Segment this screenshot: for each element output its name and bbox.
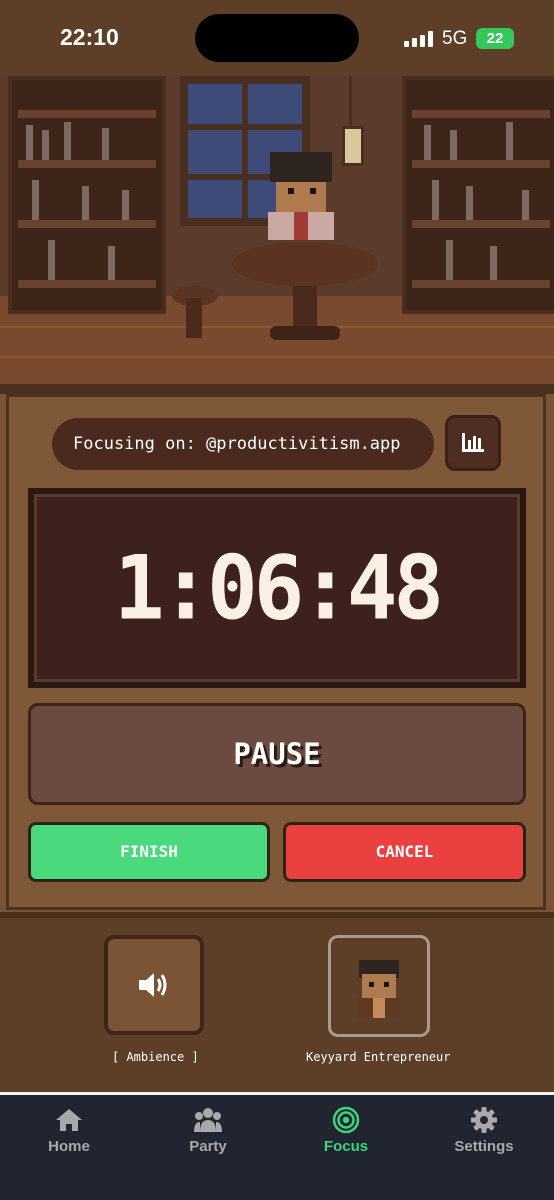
- finish-button[interactable]: FINISH: [28, 822, 270, 882]
- character-eye: [310, 188, 316, 194]
- phone-screen: 22:10 5G 22 Focusing on: @productivitism…: [0, 0, 554, 1200]
- focusing-on-label[interactable]: Focusing on: @productivitism.app: [52, 418, 434, 470]
- avatar-button[interactable]: [328, 935, 430, 1037]
- signal-icon: [404, 31, 434, 47]
- timer-value: 1:06:48: [113, 536, 444, 640]
- pause-button[interactable]: PAUSE: [28, 703, 526, 805]
- stats-button[interactable]: [445, 415, 501, 471]
- widgets-area: [0, 918, 554, 1092]
- tab-party-label: Party: [189, 1138, 227, 1155]
- avatar-icon: [357, 960, 401, 1018]
- gear-icon: [471, 1107, 497, 1133]
- timer-display: 1:06:48: [28, 488, 526, 688]
- character-eye: [288, 188, 294, 194]
- tab-settings[interactable]: Settings: [434, 1104, 534, 1164]
- party-icon: [194, 1108, 222, 1132]
- network-type: 5G: [442, 28, 468, 49]
- focus-icon: [332, 1106, 360, 1134]
- tab-settings-label: Settings: [454, 1138, 514, 1155]
- speaker-icon: [139, 973, 167, 997]
- battery-icon: 22: [476, 28, 514, 49]
- lamp-cord: [349, 76, 352, 126]
- library-scene: [0, 76, 554, 384]
- tab-party[interactable]: Party: [158, 1104, 258, 1164]
- stool-leg: [186, 298, 202, 338]
- home-icon: [56, 1109, 82, 1131]
- ambience-label: [ Ambience ]: [112, 1050, 199, 1064]
- tab-focus-label: Focus: [323, 1138, 369, 1155]
- table-base: [270, 326, 340, 340]
- tab-home[interactable]: Home: [19, 1104, 119, 1164]
- ambience-button[interactable]: [104, 935, 204, 1035]
- tab-focus[interactable]: Focus: [296, 1104, 396, 1164]
- bar-chart-icon: [462, 433, 484, 452]
- bookshelf-right: [402, 76, 554, 314]
- character-hair: [270, 152, 332, 182]
- tab-home-label: Home: [48, 1138, 90, 1155]
- status-time: 22:10: [60, 24, 119, 50]
- cancel-button[interactable]: CANCEL: [283, 822, 526, 882]
- dynamic-island: [195, 14, 359, 62]
- hanging-lamp: [342, 126, 364, 166]
- round-table: [232, 242, 378, 286]
- avatar-label: Keyyard Entrepreneur: [306, 1050, 451, 1064]
- status-bar: 22:10 5G 22: [0, 0, 554, 76]
- floor-line: [0, 356, 554, 358]
- bookshelf-left: [8, 76, 166, 314]
- character-tie: [294, 212, 308, 240]
